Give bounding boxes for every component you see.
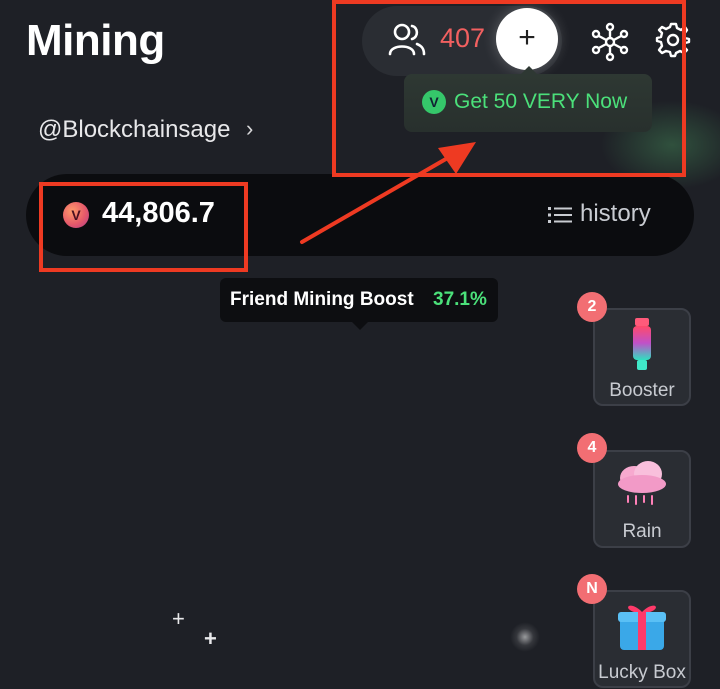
booster-label: Booster [609, 380, 675, 401]
rain-badge: 4 [577, 433, 607, 463]
lucky-box-label: Lucky Box [598, 662, 686, 683]
lucky-box-badge: N [577, 574, 607, 604]
chevron-right-icon[interactable]: › [246, 116, 253, 142]
history-list-icon[interactable] [548, 205, 572, 225]
gift-box-icon [618, 605, 666, 650]
rain-cloud-icon [618, 461, 666, 505]
rain-label: Rain [622, 521, 662, 542]
annotation-arrow-icon [300, 142, 476, 244]
annotation-box-balance [39, 182, 248, 272]
glow-dot-icon [510, 622, 540, 652]
boost-tooltip-pointer [350, 320, 370, 330]
boost-label: Friend Mining Boost [230, 289, 414, 310]
history-button[interactable]: history [580, 200, 651, 228]
booster-icon [633, 318, 651, 370]
booster-badge: 2 [577, 292, 607, 322]
page-title: Mining [26, 16, 165, 65]
sparkle-icon: + [172, 606, 185, 631]
boost-value: 37.1% [433, 289, 487, 310]
username[interactable]: @Blockchainsage [38, 116, 230, 144]
sparkle-icon: + [204, 626, 217, 651]
